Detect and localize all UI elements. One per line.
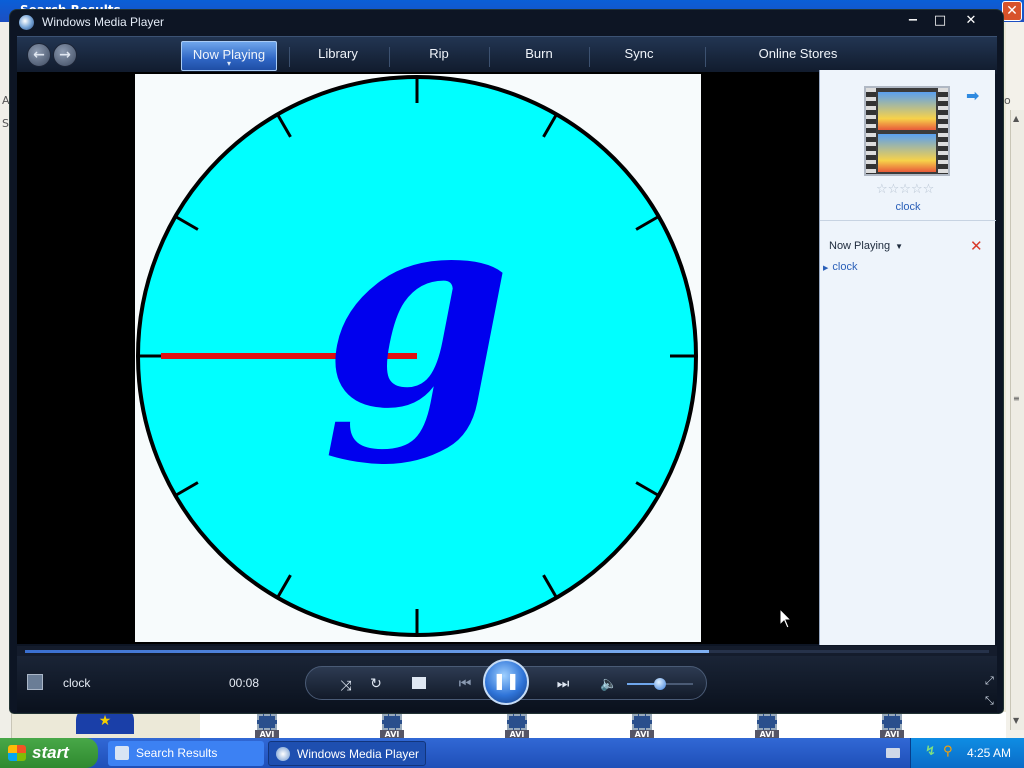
avi-file-icon[interactable]: AVI — [880, 712, 904, 740]
close-button[interactable]: ✕ — [958, 12, 984, 30]
file-thumbnail-row: AVI AVI AVI AVI AVI AVI — [200, 712, 1006, 740]
tab-divider — [589, 47, 590, 67]
taskbar: start Search Results Windows Media Playe… — [0, 738, 1024, 768]
network-icon[interactable]: ↯ — [925, 745, 939, 759]
window-title: Windows Media Player — [42, 15, 165, 29]
seek-progress — [25, 650, 710, 653]
forward-arrow-icon[interactable]: ➡ — [966, 86, 979, 105]
clock-logo-glyph: g — [323, 150, 512, 468]
volume-icon[interactable]: 🔈 — [599, 676, 619, 692]
elapsed-time: 00:08 — [229, 676, 260, 690]
forward-arrow-icon[interactable]: → — [53, 43, 77, 67]
rating-stars[interactable]: ☆☆☆☆☆ — [876, 182, 934, 197]
gutter-letter-s: S — [2, 117, 9, 130]
maximize-button[interactable]: □ — [927, 12, 953, 30]
search-icon[interactable]: ⚲ — [943, 745, 957, 759]
playlist-item-label: clock — [832, 261, 858, 273]
tab-divider — [389, 47, 390, 67]
gutter-letter-o: o — [1004, 94, 1011, 107]
tab-now-playing[interactable]: Now Playing — [181, 41, 277, 77]
full-screen-icon[interactable]: ⤡ — [985, 694, 994, 708]
tab-divider — [289, 47, 290, 67]
pause-button[interactable]: ❚❚ — [483, 659, 529, 705]
start-button[interactable]: start — [0, 738, 98, 768]
next-icon[interactable]: ⏭ — [545, 676, 581, 692]
avi-file-icon[interactable]: AVI — [505, 712, 529, 740]
media-player-window: Windows Media Player − □ ✕ ← → Now Playi… — [10, 10, 1003, 713]
volume-knob[interactable] — [654, 678, 666, 690]
album-art-image[interactable] — [864, 86, 950, 176]
system-clock: 4:25 AM — [967, 746, 1012, 760]
scroll-down-icon[interactable]: ▼ — [1013, 716, 1023, 726]
background-close-icon[interactable]: ✕ — [1002, 1, 1022, 21]
taskbar-button-search-results[interactable]: Search Results — [108, 741, 264, 766]
video-display[interactable]: g — [17, 72, 819, 644]
seek-bar[interactable] — [17, 646, 997, 656]
tab-sync[interactable]: Sync — [607, 41, 671, 71]
avi-file-icon[interactable]: AVI — [255, 712, 279, 740]
taskbar-button-label: Windows Media Player — [297, 747, 420, 761]
media-player-titlebar[interactable]: Windows Media Player − □ ✕ — [10, 10, 1003, 36]
tab-burn[interactable]: Burn — [507, 41, 571, 71]
taskbar-button-media-player[interactable]: Windows Media Player — [268, 741, 426, 766]
back-arrow-icon[interactable]: ← — [27, 43, 51, 67]
avi-file-icon[interactable]: AVI — [755, 712, 779, 740]
scroll-grip-icon[interactable]: ≡ — [1013, 394, 1023, 404]
taskbar-button-label: Search Results — [136, 746, 218, 760]
clock-video-frame: g — [135, 74, 701, 642]
panel-divider — [820, 220, 996, 221]
start-label: start — [32, 743, 69, 762]
tab-library[interactable]: Library — [303, 41, 373, 71]
media-title: clock — [63, 676, 91, 690]
media-type-icon — [27, 674, 43, 690]
tab-divider — [489, 47, 490, 67]
scroll-up-icon[interactable]: ▲ — [1013, 114, 1023, 124]
media-player-icon — [276, 747, 290, 761]
repeat-icon[interactable]: ↻ — [367, 676, 385, 692]
stop-icon[interactable] — [412, 677, 426, 689]
mouse-cursor-icon — [779, 608, 793, 629]
expand-icon[interactable]: ⤢ — [985, 674, 994, 688]
album-caption[interactable]: clock — [820, 201, 996, 213]
search-results-icon — [115, 746, 129, 760]
windows-logo-icon — [8, 745, 26, 761]
media-player-app-icon — [19, 15, 34, 30]
navigation-bar: ← → Now Playing Library Rip Burn Sync On… — [17, 36, 997, 77]
background-scrollbar[interactable]: ▲ ≡ ▼ — [1010, 110, 1024, 730]
playlist-dropdown[interactable]: Now Playing ▼ — [829, 240, 903, 252]
avi-file-icon[interactable]: AVI — [630, 712, 654, 740]
system-tray: ↯ ⚲ 4:25 AM — [910, 738, 1024, 768]
tab-online-stores[interactable]: Online Stores — [737, 41, 859, 71]
shuffle-icon[interactable]: ⤨ — [337, 678, 355, 694]
tab-rip[interactable]: Rip — [407, 41, 471, 71]
avi-file-icon[interactable]: AVI — [380, 712, 404, 740]
minimize-button[interactable]: − — [900, 12, 926, 30]
clear-list-icon[interactable]: ✕ — [970, 237, 983, 255]
play-indicator-icon: ▶ — [823, 265, 829, 272]
playlist-panel: ➡ ☆☆☆☆☆ clock Now Playing ▼ ✕ ▶ clock — [819, 70, 996, 645]
keyboard-icon[interactable] — [886, 748, 900, 758]
previous-icon[interactable]: ⏮ — [447, 676, 483, 692]
playlist-title: Now Playing — [829, 240, 891, 252]
transport-controls: clock 00:08 ⤨ ↻ ⏮ ❚❚ ⏭ 🔈 ⤢ ⤡ — [17, 656, 997, 712]
tab-divider — [705, 47, 706, 67]
gutter-letter-a: A — [2, 94, 10, 107]
playlist-item[interactable]: ▶ clock — [823, 261, 857, 273]
chevron-down-icon: ▼ — [895, 242, 904, 251]
